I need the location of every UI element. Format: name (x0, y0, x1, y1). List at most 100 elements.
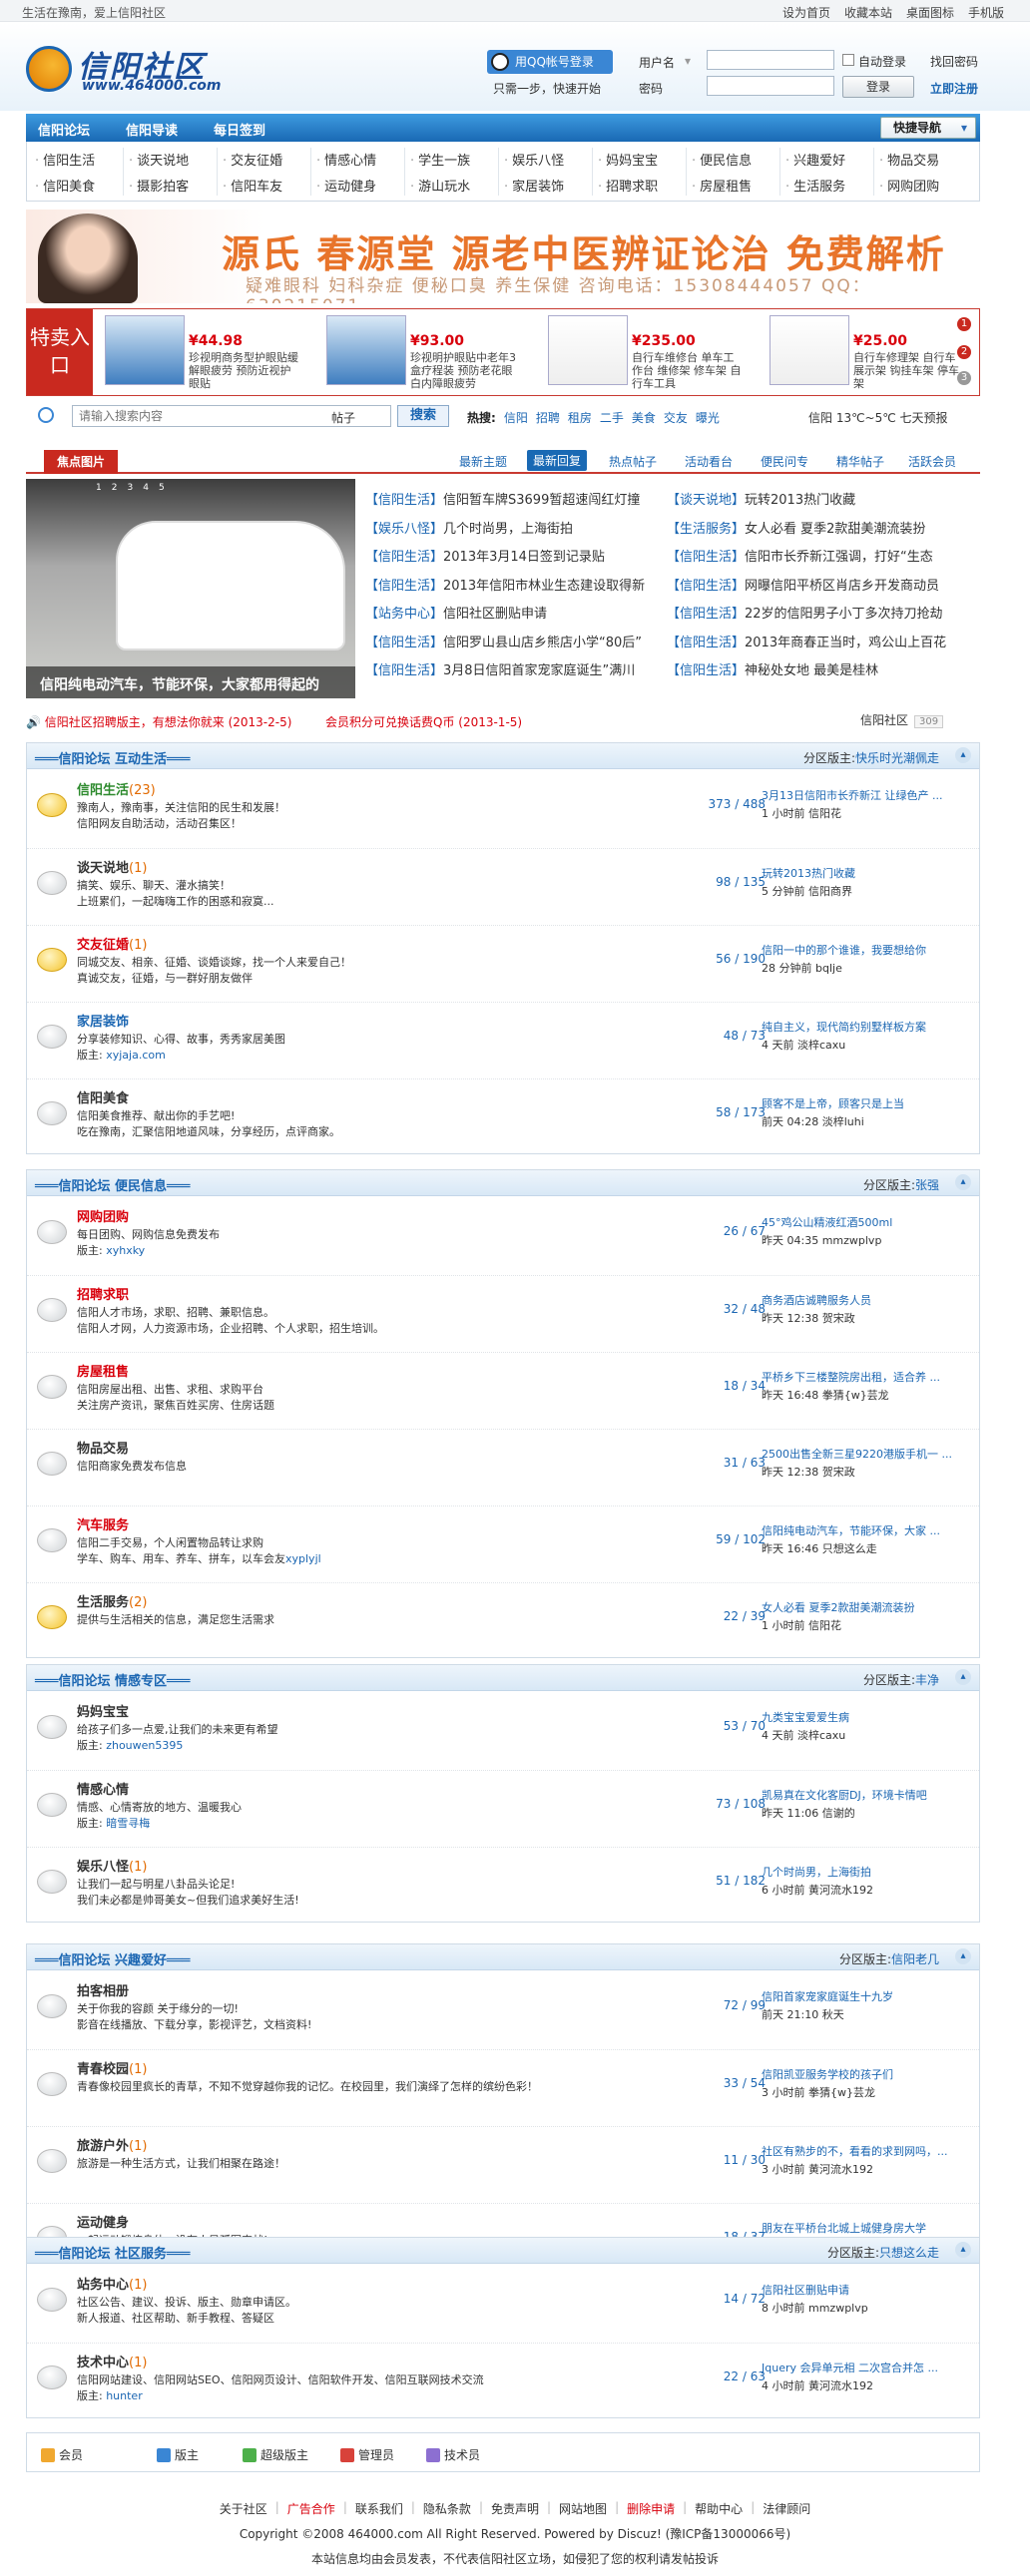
forum-moderator-link[interactable]: 暗雪寻梅 (106, 1817, 150, 1830)
forum-row[interactable]: 青春校园(1) 青春像校园里疯长的青草，不知不觉穿越你我的记忆。在校园里，我们演绎… (27, 2049, 979, 2126)
forum-row[interactable]: 网购团购 每日团购、网购信息免费发布 版主: xyhxky 26 / 67 45°鸡公山… (27, 1198, 979, 1275)
nav-guide[interactable]: 信阳导读 (126, 120, 178, 139)
forum-moderator-link[interactable]: xyjaja.com (106, 1049, 166, 1062)
forum-row[interactable]: 站务中心(1) 社区公告、建议、投诉、版主、勋章申请区。 新人报道、社区帮助、新手教… (27, 2266, 979, 2343)
subnav-item[interactable]: 娱乐八怪 (504, 150, 564, 169)
footer-link[interactable]: 免责声明 (491, 2500, 539, 2517)
announcement-link[interactable]: 会员积分可兑换话费Q币 (2013-1-5) (325, 713, 522, 730)
collapse-icon[interactable]: ▴ (955, 747, 971, 763)
forum-row[interactable]: 技术中心(1) 信阳网站建设、信阳网站SEO、信阳网页设计、信阳软件开发、信阳互联… (27, 2343, 979, 2419)
footer-link[interactable]: 广告合作 (287, 2500, 335, 2517)
hot-link[interactable]: 美食 (632, 411, 656, 425)
subnav-item[interactable]: 便民信息 (692, 150, 752, 169)
forum-name[interactable]: 妈妈宝宝 (77, 1701, 129, 1720)
bookmark-link[interactable]: 收藏本站 (844, 4, 892, 21)
forum-row[interactable]: 拍客相册 关于你我的容颜 关于缘分的一切! 影音在线播放、下载分享，影视评艺，文档资… (27, 1972, 979, 2049)
forum-row[interactable]: 房屋租售 信阳房屋出租、出售、求租、求购平台 关注房产资讯，聚焦百姓买房、住房话题 1… (27, 1352, 979, 1429)
headline-item[interactable]: 【站务中心】信阳社区删贴申请 (365, 601, 665, 630)
last-post-link[interactable]: 女人必看 夏季2款甜美潮流装扮 (762, 1599, 971, 1615)
footer-link[interactable]: 隐私条款 (423, 2500, 471, 2517)
last-post-link[interactable]: 2500出售全新三星9220港版手机一 ... (762, 1446, 971, 1462)
forum-name[interactable]: 站务中心(1) (77, 2274, 147, 2293)
section-title[interactable]: ═══信阳论坛 互动生活═══ (35, 748, 191, 767)
sale-item[interactable]: ¥235.00 自行车维修台 单车工作台 维修架 修车架 自行车工具 (548, 315, 758, 390)
forum-row[interactable]: 旅游户外(1) 旅游是一种生活方式，让我们相聚在路途！ 11 / 30 社区有熟步的不… (27, 2126, 979, 2203)
subnav-item[interactable]: 妈妈宝宝 (598, 150, 658, 169)
sale-page-dot[interactable]: 3 (957, 371, 971, 385)
forum-row[interactable]: 招聘求职 信阳人才市场，求职、招聘、兼职信息。 信阳人才网，人力资源市场，企业招聘、… (27, 1275, 979, 1352)
nav-signin[interactable]: 每日签到 (214, 120, 265, 139)
desktop-icon-link[interactable]: 桌面图标 (906, 4, 954, 21)
hot-link[interactable]: 信阳 (504, 411, 528, 425)
forum-name[interactable]: 网购团购 (77, 1206, 129, 1225)
subnav-item[interactable]: 招聘求职 (598, 176, 658, 195)
headline-item[interactable]: 【娱乐八怪】几个时尚男，上海街拍 (365, 516, 665, 545)
collapse-icon[interactable]: ▴ (955, 2242, 971, 2258)
footer-link[interactable]: 删除申请 (627, 2500, 675, 2517)
headline-item[interactable]: 【信阳生活】3月8日信阳首家宠家庭诞生”满川 (365, 657, 665, 686)
forum-name[interactable]: 交友征婚(1) (77, 934, 147, 953)
moderator-link[interactable]: 丰净 (915, 1673, 939, 1687)
subnav-item[interactable]: 学生一族 (410, 150, 470, 169)
subnav-item[interactable]: 信阳生活 (35, 150, 95, 169)
forum-name[interactable]: 汽车服务 (77, 1514, 129, 1533)
headline-item[interactable]: 【信阳生活】神秘处女地 最美是桂林 (667, 657, 966, 686)
announcement-link[interactable]: 🔊 信阳社区招聘版主，有想法你就来 (2013-2-5) (26, 713, 291, 730)
headline-item[interactable]: 【信阳生活】2013年3月14日签到记录贴 (365, 544, 665, 573)
subnav-item[interactable]: 网购团购 (879, 176, 939, 195)
nav-forum[interactable]: 信阳论坛 (38, 120, 90, 139)
quick-nav-dropdown[interactable]: 快捷导航 (880, 117, 976, 139)
last-post-link[interactable]: 3月13日信阳市长乔新江 让绿色产 ... (762, 787, 971, 803)
forum-name[interactable]: 信阳生活(23) (77, 779, 156, 798)
ad-banner[interactable]: 源氏 春源堂 源老中医辨证论治 免费解析 疑难眼科 妇科杂症 便秘口臭 养生保健… (26, 210, 980, 303)
forum-name[interactable]: 谈天说地(1) (77, 857, 147, 876)
forum-row[interactable]: 谈天说地(1) 搞笑、娱乐、聊天、灌水搞笑！ 上班累们，一起嗨嗨工作的困惑和寂寞..… (27, 848, 979, 925)
footer-link[interactable]: 关于社区 (220, 2500, 267, 2517)
forum-row[interactable]: 交友征婚(1) 同城交友、相亲、征婚、谈婚谈嫁，找一个人来爱自己！ 真诚交友，征婚，… (27, 925, 979, 1002)
section-title[interactable]: ═══信阳论坛 便民信息═══ (35, 1175, 191, 1194)
forum-row[interactable]: 娱乐八怪(1) 让我们一起与明星八卦品头论足! 我们未必都是帅哥美女~但我们追求美好… (27, 1847, 979, 1924)
forum-row[interactable]: 家居装饰 分享装修知识、心得、故事，秀秀家居美图 版主: xyjaja.com 48 … (27, 1002, 979, 1078)
sale-page-dot[interactable]: 2 (957, 345, 971, 359)
sale-item[interactable]: ¥44.98 珍视明商务型护眼贴缓解眼疲劳 预防近视护眼贴 (105, 315, 314, 390)
username-input[interactable] (707, 50, 834, 70)
chevron-down-icon[interactable]: ▾ (685, 54, 691, 68)
search-type-select[interactable]: 帖子 (331, 409, 355, 426)
forum-row[interactable]: 物品交易 信阳商家免费发布信息 31 / 63 2500出售全新三星9220港版手机一… (27, 1429, 979, 1505)
subnav-item[interactable]: 情感心情 (316, 150, 376, 169)
forum-name[interactable]: 招聘求职 (77, 1284, 129, 1303)
moderator-link[interactable]: 张强 (915, 1178, 939, 1192)
tab-latest-threads[interactable]: 最新主题 (459, 453, 507, 470)
auto-login-checkbox[interactable] (842, 54, 854, 66)
forum-row[interactable]: 信阳美食 信阳美食推荐、献出你的手艺吧! 吃在豫南，汇聚信阳地道风味，分享经历，点评… (27, 1078, 979, 1155)
set-homepage-link[interactable]: 设为首页 (782, 4, 830, 21)
subnav-item[interactable]: 摄影拍客 (129, 176, 189, 195)
special-sale-label[interactable]: 特卖入口 (27, 309, 93, 395)
search-button[interactable]: 搜索 (397, 405, 449, 427)
forum-name[interactable]: 娱乐八怪(1) (77, 1856, 147, 1875)
tab-latest-replies[interactable]: 最新回复 (527, 450, 588, 471)
headline-item[interactable]: 【信阳生活】信阳市长乔新江强调，打好“生态 (667, 544, 966, 573)
forum-row[interactable]: 信阳生活(23) 豫南人，豫南事，关注信阳的民生和发展！ 信阳网友自助活动，活动召集… (27, 771, 979, 848)
forum-row[interactable]: 妈妈宝宝 给孩子们多一点爱,让我们的未来更有希望 版主: zhouwen5395 53… (27, 1693, 979, 1770)
tab-focus-images[interactable]: 焦点图片 (44, 450, 118, 474)
forum-name[interactable]: 旅游户外(1) (77, 2135, 147, 2154)
weather[interactable]: 信阳 13℃~5℃ 七天预报 (808, 409, 948, 426)
subnav-item[interactable]: 游山玩水 (410, 176, 470, 195)
forum-moderator-link[interactable]: xyplyjl (285, 1552, 321, 1565)
forum-name[interactable]: 运动健身 (77, 2212, 129, 2231)
collapse-icon[interactable]: ▴ (955, 1669, 971, 1685)
forum-name[interactable]: 技术中心(1) (77, 2352, 147, 2370)
last-post-link[interactable]: 九类宝宝爱爱生病 (762, 1709, 971, 1725)
footer-link[interactable]: 法律顾问 (763, 2500, 810, 2517)
headline-item[interactable]: 【信阳生活】信阳暂车牌S3699暂超速闯红灯撞 (365, 487, 665, 516)
last-post-link[interactable]: 信阳纯电动汽车，节能环保，大家 ... (762, 1522, 971, 1538)
moderator-link[interactable]: 信阳老几 (891, 1952, 939, 1966)
forum-row[interactable]: 生活服务(2) 提供与生活相关的信息，满足您生活需求 22 / 39 女人必看 夏季2… (27, 1582, 979, 1659)
forum-name[interactable]: 房屋租售 (77, 1361, 129, 1380)
subnav-item[interactable]: 房屋租售 (692, 176, 752, 195)
last-post-link[interactable]: Jquery 会异单元相 二次宫合并怎 ... (762, 2360, 971, 2375)
subnav-item[interactable]: 物品交易 (879, 150, 939, 169)
sale-item[interactable]: ¥93.00 珍视明护眼贴中老年3盒疗程装 预防老花眼白内障眼疲劳 (326, 315, 536, 390)
forum-row[interactable]: 情感心情 情感、心情寄放的地方、温暖我心 版主: 暗雪寻梅 73 / 108 凯易真在文… (27, 1770, 979, 1847)
